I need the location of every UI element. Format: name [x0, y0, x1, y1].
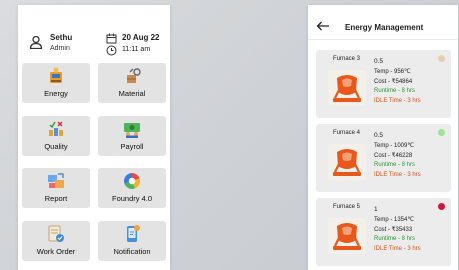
user-role: Admin: [50, 45, 70, 52]
tile-label: Notification: [113, 247, 151, 256]
tile-payroll[interactable]: Payroll: [98, 116, 166, 156]
foundry-icon: [124, 173, 140, 189]
furnace-icon: [328, 70, 366, 106]
furnace-idle-time: IDLE Time - 3 hrs: [374, 172, 421, 178]
furnace-cost: Cost - ₹54864: [374, 79, 413, 85]
tile-label: Energy: [44, 89, 68, 98]
status-indicator: [438, 129, 445, 136]
furnace-value: 1: [374, 206, 378, 213]
tile-notification[interactable]: Notification: [98, 221, 166, 261]
tile-label: Work Order: [36, 247, 76, 256]
user-icon: [29, 35, 43, 49]
tile-foundry[interactable]: Foundry 4.0: [98, 168, 166, 208]
furnace-name: Furnace 4: [333, 130, 361, 136]
energy-management-screen: Energy Management Furnace 3 0.5 Temp - 9…: [308, 5, 458, 270]
back-arrow-icon[interactable]: [316, 21, 330, 31]
furnace-cost: Cost - ₹35433: [374, 227, 413, 233]
time-text: 11:11 am: [122, 46, 151, 53]
material-icon: [127, 68, 141, 83]
furnace-idle-time: IDLE Time - 3 hrs: [374, 98, 421, 104]
calendar-icon: [106, 33, 117, 44]
tile-report[interactable]: Report: [22, 168, 90, 208]
furnace-card-5[interactable]: Furnace 5 1 Temp - 1354℃ Cost - ₹35433 R…: [316, 198, 451, 266]
work-order-icon: [48, 225, 64, 242]
header-divider: [308, 39, 458, 40]
tile-quality[interactable]: Quality: [22, 116, 90, 156]
furnace-temp: Temp - 956℃: [374, 69, 411, 75]
tile-work-order[interactable]: Work Order: [22, 221, 90, 261]
date-text: 20 Aug 22: [122, 33, 160, 42]
payroll-icon: [124, 123, 140, 138]
status-indicator: [438, 203, 445, 210]
notification-icon: [127, 225, 140, 242]
furnace-temp: Temp - 1354℃: [374, 217, 415, 223]
furnace-runtime: Runtime - 8 hrs: [374, 236, 416, 242]
furnace-idle-time: IDLE Time - 3 hrs: [374, 246, 421, 252]
tile-material[interactable]: Material: [98, 63, 166, 103]
quality-icon: [49, 121, 63, 136]
tile-label: Report: [44, 194, 68, 203]
dashboard-header: Sethu Admin 20 Aug 22 11:11 am: [18, 5, 170, 61]
furnace-value: 0.5: [374, 132, 384, 139]
energy-icon: [50, 67, 62, 83]
furnace-name: Furnace 5: [333, 204, 361, 210]
report-icon: [48, 173, 64, 188]
tile-label: Quality: [44, 142, 68, 151]
tile-label: Foundry 4.0: [111, 194, 153, 203]
status-indicator: [438, 55, 445, 62]
furnace-cost: Cost - ₹46228: [374, 153, 413, 159]
furnace-icon: [328, 144, 366, 180]
furnace-value: 0.5: [374, 58, 384, 65]
page-title: Energy Management: [345, 23, 424, 32]
tile-label: Payroll: [120, 142, 144, 151]
furnace-card-3[interactable]: Furnace 3 0.5 Temp - 956℃ Cost - ₹54864 …: [316, 50, 451, 118]
furnace-icon: [328, 218, 366, 254]
furnace-name: Furnace 3: [333, 56, 361, 62]
furnace-card-4[interactable]: Furnace 4 0.5 Temp - 1009℃ Cost - ₹46228…: [316, 124, 451, 192]
furnace-temp: Temp - 1009℃: [374, 143, 415, 149]
furnace-runtime: Runtime - 8 hrs: [374, 162, 416, 168]
dashboard-screen: Sethu Admin 20 Aug 22 11:11 am Energy Ma…: [18, 5, 170, 270]
user-name: Sethu: [50, 33, 73, 42]
furnace-runtime: Runtime - 8 hrs: [374, 88, 416, 94]
clock-icon: [106, 45, 117, 56]
tile-energy[interactable]: Energy: [22, 63, 90, 103]
tile-label: Material: [118, 89, 146, 98]
